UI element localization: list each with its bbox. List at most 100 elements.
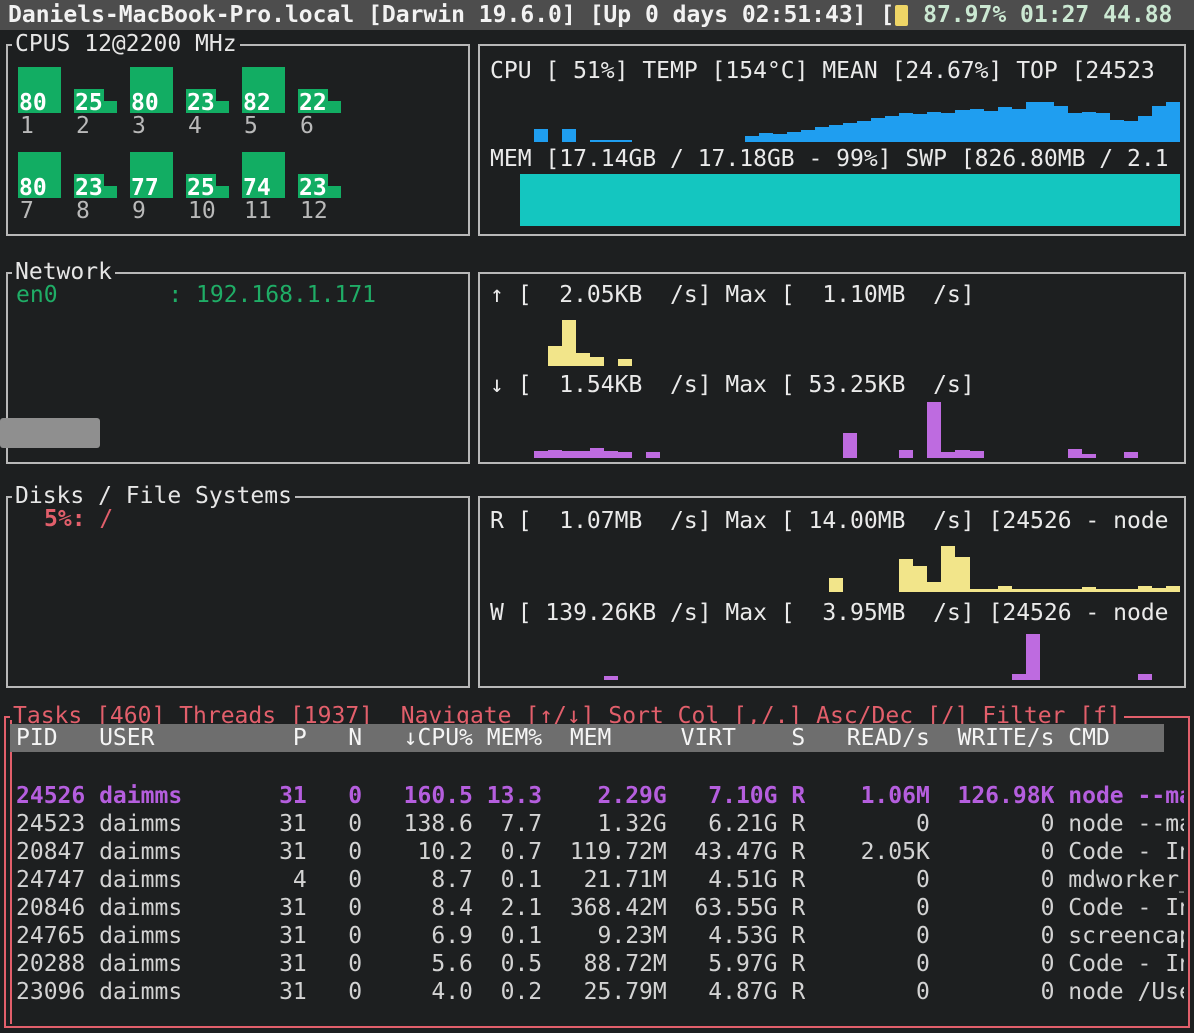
hist-bar xyxy=(1054,589,1068,592)
hist-bar xyxy=(590,357,604,366)
task-row[interactable]: 24765daimms3106.90.19.23M4.53GR00screenc… xyxy=(16,922,1184,950)
hist-bar xyxy=(801,130,815,142)
hist-bar xyxy=(843,123,857,142)
task-cell-read-rate: 1.06M xyxy=(805,782,930,810)
task-cell-cmd: node /Use xyxy=(1054,978,1184,1006)
task-cell-cpu-pct: 5.6 xyxy=(362,950,473,978)
hist-bar xyxy=(534,451,548,458)
hist-bar xyxy=(927,112,941,142)
task-cell-mem: 21.71M xyxy=(542,866,667,894)
cpu-core-cell: 226 xyxy=(298,67,345,140)
task-row[interactable]: 23096daimms3104.00.225.79M4.87GR00node /… xyxy=(16,978,1184,1006)
cpu-core-bar: 80 xyxy=(130,67,177,113)
column-header-user[interactable]: USER xyxy=(99,724,265,752)
hist-bar xyxy=(984,111,998,142)
task-cell-virt: 63.55G xyxy=(667,894,778,922)
hist-bar xyxy=(970,589,984,592)
network-down-histogram xyxy=(520,402,1180,458)
spacer xyxy=(1006,0,1020,30)
task-cell-virt: 5.97G xyxy=(667,950,778,978)
task-cell-cpu-pct: 8.7 xyxy=(362,866,473,894)
hist-bar xyxy=(899,450,913,458)
cpu-core-value: 25 xyxy=(75,90,103,116)
task-cell-cpu-pct: 6.9 xyxy=(362,922,473,950)
task-row[interactable]: 24523daimms310138.67.71.32G6.21GR00node … xyxy=(16,810,1184,838)
hist-bar xyxy=(576,353,590,366)
hist-bar xyxy=(787,132,801,142)
hist-bar xyxy=(857,121,871,142)
mem-history-graph xyxy=(520,174,1180,226)
hist-bar xyxy=(548,346,562,366)
task-cell-mem-pct: 0.1 xyxy=(473,866,542,894)
task-cell-pid: 24747 xyxy=(16,866,99,894)
task-cell-mem-pct: 13.3 xyxy=(473,782,542,810)
hist-bar xyxy=(1082,587,1096,592)
task-cell-mem-pct: 0.7 xyxy=(473,838,542,866)
cpu-core-cell: 825 xyxy=(242,67,289,140)
cpu-core-value: 80 xyxy=(131,90,159,116)
battery-time: 01:27 xyxy=(1020,0,1089,30)
mem-summary-line: MEM [17.14GB / 17.18GB - 99%] SWP [826.8… xyxy=(490,146,1169,172)
task-cell-nice: 0 xyxy=(307,866,362,894)
column-header-read-rate[interactable]: READ/s xyxy=(805,724,930,752)
cpu-core-index: 1 xyxy=(18,113,65,140)
task-row[interactable]: 20288daimms3105.60.588.72M5.97GR00Code -… xyxy=(16,950,1184,978)
hist-bar xyxy=(646,452,660,458)
hist-bar xyxy=(1012,674,1026,680)
cpu-summary-line: CPU [ 51%] TEMP [154°C] MEAN [24.67%] TO… xyxy=(490,58,1155,84)
cpu-core-value: 23 xyxy=(75,175,103,201)
hist-bar xyxy=(590,140,604,142)
column-header-mem[interactable]: MEM xyxy=(542,724,667,752)
column-header-mem-pct[interactable]: MEM% xyxy=(473,724,542,752)
hist-bar xyxy=(927,402,941,458)
cpu-core-value: 77 xyxy=(131,175,159,201)
column-header-virt[interactable]: VIRT xyxy=(667,724,778,752)
column-header-write-rate[interactable]: WRITE/s xyxy=(930,724,1055,752)
hist-bar xyxy=(1012,109,1026,142)
terminal-screen: Daniels-MacBook-Pro.local [Darwin 19.6.0… xyxy=(0,0,1194,1033)
task-cell-mem-pct: 0.1 xyxy=(473,922,542,950)
task-row[interactable]: 20847daimms31010.20.7119.72M43.47GR2.05K… xyxy=(16,838,1184,866)
column-header-cpu-pct[interactable]: ↓CPU% xyxy=(362,724,473,752)
task-row[interactable]: 24526daimms310160.513.32.29G7.10GR1.06M1… xyxy=(16,782,1184,810)
task-row[interactable]: 24747daimms408.70.121.71M4.51GR00mdworke… xyxy=(16,866,1184,894)
cpu-core-cell: 807 xyxy=(18,152,65,225)
tasks-table-header: PIDUSERPN↓CPU%MEM%MEMVIRTSREAD/sWRITE/sC… xyxy=(10,724,1164,752)
cpu-core-cell: 252 xyxy=(74,67,121,140)
task-cell-mem: 88.72M xyxy=(542,950,667,978)
task-cell-user: daimms xyxy=(99,838,265,866)
task-cell-pid: 24523 xyxy=(16,810,99,838)
cpu-core-bar: 25 xyxy=(74,67,121,113)
task-cell-cmd: screencap xyxy=(1054,922,1184,950)
task-cell-mem: 119.72M xyxy=(542,838,667,866)
disk-usage-row[interactable]: 5%: / xyxy=(44,506,113,532)
task-cell-pid: 20847 xyxy=(16,838,99,866)
column-header-priority[interactable]: P xyxy=(265,724,307,752)
column-header-state[interactable]: S xyxy=(778,724,806,752)
hist-bar xyxy=(1012,589,1026,592)
hist-bar xyxy=(1068,113,1082,142)
column-header-nice[interactable]: N xyxy=(307,724,362,752)
hist-bar xyxy=(1082,454,1096,458)
hist-bar xyxy=(1110,589,1124,592)
task-cell-state: R xyxy=(778,838,806,866)
network-interface-row[interactable]: en0: 192.168.1.171 xyxy=(16,282,376,308)
network-down-line: ↓ [ 1.54KB /s] Max [ 53.25KB /s] xyxy=(490,372,975,398)
task-row[interactable]: 20846daimms3108.42.1368.42M63.55GR00Code… xyxy=(16,894,1184,922)
tasks-scroll-indicator[interactable] xyxy=(10,720,12,1024)
hist-bar xyxy=(899,113,913,142)
column-header-pid[interactable]: PID xyxy=(16,724,99,752)
hist-bar xyxy=(1152,106,1166,142)
disks-panel: Disks / File Systems 5%: / xyxy=(6,496,470,688)
cpu-core-cell: 2510 xyxy=(186,152,233,225)
hist-bar xyxy=(941,113,955,142)
hist-bar xyxy=(829,578,843,592)
disk-read-histogram xyxy=(520,544,1180,592)
cpu-core-index: 11 xyxy=(242,198,289,225)
network-up-line: ↑ [ 2.05KB /s] Max [ 1.10MB /s] xyxy=(490,282,975,308)
task-cell-cpu-pct: 8.4 xyxy=(362,894,473,922)
task-cell-write-rate: 0 xyxy=(930,838,1055,866)
task-cell-mem-pct: 2.1 xyxy=(473,894,542,922)
column-header-cmd[interactable]: CMD xyxy=(1054,724,1164,752)
cpu-core-value: 82 xyxy=(243,90,271,116)
